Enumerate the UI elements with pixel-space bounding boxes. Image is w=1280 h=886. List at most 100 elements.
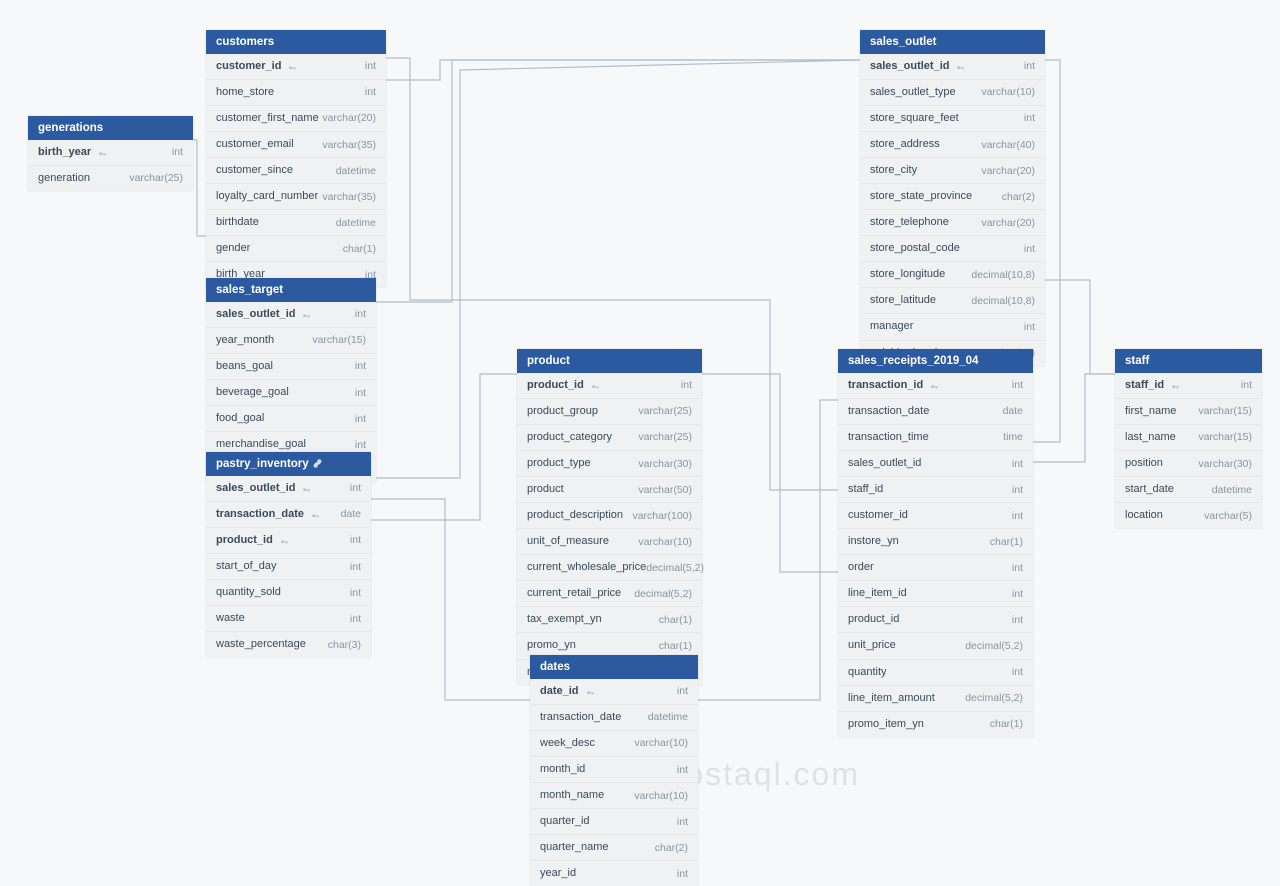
column-row[interactable]: customer_emailvarchar(35) [206,132,386,158]
column-row[interactable]: transaction_timetime [838,425,1033,451]
column-row[interactable]: month_idint [530,757,698,783]
column-row[interactable]: loyalty_card_numbervarchar(35) [206,184,386,210]
erd-canvas[interactable]: .cline{stroke:#b5bdc5;stroke-width:1.2;f… [0,0,1280,803]
column-row[interactable]: customer_idint [206,54,386,80]
column-row[interactable]: date_idint [530,679,698,705]
column-type: int [350,585,361,601]
column-row[interactable]: customer_idint [838,503,1033,529]
column-row[interactable]: genderchar(1) [206,236,386,262]
table-customers[interactable]: customers customer_idint home_storeint c… [206,30,386,287]
column-row[interactable]: waste_percentagechar(3) [206,632,371,657]
column-type: varchar(50) [638,482,692,498]
column-type: varchar(20) [322,110,376,126]
column-type: varchar(10) [638,534,692,550]
column-row[interactable]: food_goalint [206,406,376,432]
column-row[interactable]: unit_of_measurevarchar(10) [517,529,702,555]
column-row[interactable]: current_retail_pricedecimal(5,2) [517,581,702,607]
column-row[interactable]: current_wholesale_pricedecimal(5,2) [517,555,702,581]
column-row[interactable]: promo_item_ynchar(1) [838,712,1033,737]
column-row[interactable]: store_state_provincechar(2) [860,184,1045,210]
column-row[interactable]: quarter_idint [530,809,698,835]
column-row[interactable]: product_idint [838,607,1033,633]
column-row[interactable]: unit_pricedecimal(5,2) [838,633,1033,659]
column-name: order [848,559,874,576]
column-row[interactable]: store_square_feetint [860,106,1045,132]
column-row[interactable]: line_item_amountdecimal(5,2) [838,686,1033,712]
column-row[interactable]: month_namevarchar(10) [530,783,698,809]
table-pastry-inventory[interactable]: pastry_inventory sales_outlet_idint tran… [206,452,371,657]
column-name: transaction_date [540,709,621,726]
column-type: int [355,306,366,322]
table-generations[interactable]: generations birth_yearint generationvarc… [28,116,193,191]
column-row[interactable]: store_longitudedecimal(10,8) [860,262,1045,288]
column-row[interactable]: year_idint [530,861,698,886]
column-row[interactable]: customer_sincedatetime [206,158,386,184]
column-row[interactable]: quantityint [838,660,1033,686]
column-row[interactable]: product_descriptionvarchar(100) [517,503,702,529]
column-name: tax_exempt_yn [527,611,602,628]
table-sales-receipts[interactable]: sales_receipts_2019_04 transaction_idint… [838,349,1033,737]
column-row[interactable]: line_item_idint [838,581,1033,607]
column-type: char(1) [343,241,376,257]
column-row[interactable]: birthdatedatetime [206,210,386,236]
column-row[interactable]: product_idint [517,373,702,399]
column-row[interactable]: orderint [838,555,1033,581]
column-row[interactable]: start_datedatetime [1115,477,1262,503]
column-row[interactable]: productvarchar(50) [517,477,702,503]
column-row[interactable]: staff_idint [838,477,1033,503]
column-row[interactable]: generationvarchar(25) [28,166,193,191]
column-row[interactable]: locationvarchar(5) [1115,503,1262,528]
column-row[interactable]: transaction_datedate [838,399,1033,425]
column-row[interactable]: sales_outlet_idint [838,451,1033,477]
column-row[interactable]: sales_outlet_idint [206,476,371,502]
column-row[interactable]: quarter_namechar(2) [530,835,698,861]
column-row[interactable]: wasteint [206,606,371,632]
column-row[interactable]: beverage_goalint [206,380,376,406]
column-row[interactable]: beans_goalint [206,354,376,380]
column-row[interactable]: home_storeint [206,80,386,106]
column-row[interactable]: tax_exempt_ynchar(1) [517,607,702,633]
column-row[interactable]: managerint [860,314,1045,340]
table-product[interactable]: product product_idint product_groupvarch… [517,349,702,685]
column-row[interactable]: store_postal_codeint [860,236,1045,262]
column-row[interactable]: year_monthvarchar(15) [206,328,376,354]
column-row[interactable]: store_cityvarchar(20) [860,158,1045,184]
column-row[interactable]: store_addressvarchar(40) [860,132,1045,158]
column-type: int [350,611,361,627]
column-name: transaction_date [848,403,929,420]
column-name: week_desc [540,735,595,752]
column-row[interactable]: transaction_datedate [206,502,371,528]
column-row[interactable]: first_namevarchar(15) [1115,399,1262,425]
column-row[interactable]: customer_first_namevarchar(20) [206,106,386,132]
column-type: char(2) [1002,189,1035,205]
column-row[interactable]: birth_yearint [28,140,193,166]
column-row[interactable]: store_telephonevarchar(20) [860,210,1045,236]
column-row[interactable]: product_typevarchar(30) [517,451,702,477]
column-name: current_wholesale_price [527,559,646,576]
column-row[interactable]: instore_ynchar(1) [838,529,1033,555]
table-sales-outlet[interactable]: sales_outlet sales_outlet_idint sales_ou… [860,30,1045,366]
column-name: instore_yn [848,533,899,550]
table-staff[interactable]: staff staff_idint first_namevarchar(15) … [1115,349,1262,528]
column-row[interactable]: product_idint [206,528,371,554]
column-row[interactable]: product_groupvarchar(25) [517,399,702,425]
column-row[interactable]: positionvarchar(30) [1115,451,1262,477]
column-name: home_store [216,84,274,101]
table-dates[interactable]: dates date_idint transaction_datedatetim… [530,655,698,886]
column-type: int [677,683,688,699]
column-row[interactable]: staff_idint [1115,373,1262,399]
column-row[interactable]: store_latitudedecimal(10,8) [860,288,1045,314]
column-type: int [350,559,361,575]
column-row[interactable]: last_namevarchar(15) [1115,425,1262,451]
column-row[interactable]: transaction_datedatetime [530,705,698,731]
column-type: varchar(25) [638,403,692,419]
column-row[interactable]: sales_outlet_typevarchar(10) [860,80,1045,106]
column-row[interactable]: start_of_dayint [206,554,371,580]
column-row[interactable]: week_descvarchar(10) [530,731,698,757]
column-row[interactable]: sales_outlet_idint [206,302,376,328]
column-row[interactable]: transaction_idint [838,373,1033,399]
column-row[interactable]: quantity_soldint [206,580,371,606]
column-row[interactable]: sales_outlet_idint [860,54,1045,80]
column-type: varchar(20) [981,163,1035,179]
column-row[interactable]: product_categoryvarchar(25) [517,425,702,451]
